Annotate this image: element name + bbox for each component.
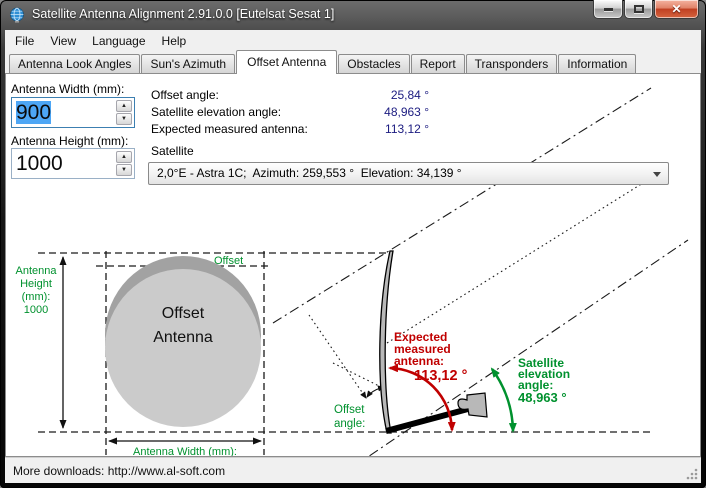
offset-angle-label-line1: Offset (334, 404, 365, 416)
window-title: Satellite Antenna Alignment 2.91.0.0 [Eu… (32, 7, 334, 21)
antenna-width-spin-down[interactable]: ▼ (116, 113, 132, 125)
satellite-dropdown[interactable]: 2,0°E - Astra 1C; Azimuth: 259,553 ° Ele… (148, 162, 669, 185)
antenna-height-spin-up[interactable]: ▲ (116, 151, 132, 163)
minimize-icon (604, 8, 613, 11)
close-icon: ✕ (671, 3, 681, 15)
status-text: More downloads: http://www.al-soft.com (13, 464, 225, 478)
width-label: Antenna Width (mm): (133, 446, 237, 456)
antenna-width-value: 900 (16, 101, 51, 124)
antenna-height-spin-down[interactable]: ▼ (116, 164, 132, 176)
offset-angle-result-label: Offset angle: (151, 88, 219, 102)
height-label-line2: Height (20, 278, 52, 290)
height-label-line4: 1000 (24, 304, 48, 316)
globe-icon (9, 7, 25, 23)
maximize-button[interactable] (624, 0, 653, 19)
antenna-height-label: Antenna Height (mm): (11, 134, 128, 148)
height-label-line1: Antenna (16, 265, 58, 277)
dish-label-line1: Offset (162, 305, 205, 322)
elevation-angle-value: 48,963 ° (518, 390, 567, 405)
minimize-button[interactable] (593, 0, 623, 19)
status-bar: More downloads: http://www.al-soft.com (5, 457, 701, 483)
satellite-label: Satellite (151, 144, 194, 158)
offset-top-label: Offset (214, 255, 243, 267)
resize-grip[interactable] (685, 467, 699, 481)
tab-antenna-look-angles[interactable]: Antenna Look Angles (9, 54, 140, 73)
tab-offset-antenna[interactable]: Offset Antenna (236, 50, 337, 74)
antenna-height-value: 1000 (16, 152, 63, 175)
tab-obstacles[interactable]: Obstacles (338, 54, 409, 73)
lnb-arm (386, 409, 468, 431)
offset-angle-label-line2: angle: (334, 418, 365, 430)
menu-view[interactable]: View (42, 32, 84, 50)
offset-dish-profile (380, 251, 393, 433)
antenna-width-spin-up[interactable]: ▲ (116, 100, 132, 112)
elevation-result-label: Satellite elevation angle: (151, 105, 281, 119)
expected-label-line3: antenna: (394, 354, 444, 368)
close-button[interactable]: ✕ (654, 0, 699, 19)
offset-angle-result-value: 25,84 ° (306, 88, 429, 102)
menu-help[interactable]: Help (154, 32, 195, 50)
tab-information[interactable]: Information (558, 54, 636, 73)
offset-antenna-page: Offset Antenna Antenna Height (mm): 1000… (5, 73, 701, 457)
satellite-selected-value: 2,0°E - Astra 1C; Azimuth: 259,553 ° Ele… (157, 166, 462, 180)
expected-result-label: Expected measured antenna: (151, 122, 308, 136)
dish-front-ellipse (105, 269, 261, 427)
menu-language[interactable]: Language (84, 32, 153, 50)
focal-dotted-lines (309, 183, 643, 398)
dish-label-line2: Antenna (153, 329, 213, 346)
chevron-down-icon (653, 172, 661, 177)
expected-result-value: 113,12 ° (306, 122, 429, 136)
tab-strip: Antenna Look Angles Sun's Azimuth Offset… (5, 52, 701, 73)
height-label-line3: (mm): (22, 291, 51, 303)
antenna-width-label: Antenna Width (mm): (11, 82, 124, 96)
elevation-result-value: 48,963 ° (306, 105, 429, 119)
tab-report[interactable]: Report (411, 54, 465, 73)
app-window: Satellite Antenna Alignment 2.91.0.0 [Eu… (0, 0, 706, 488)
antenna-height-input[interactable]: 1000 ▲ ▼ (11, 148, 135, 179)
menu-file[interactable]: File (7, 32, 42, 50)
antenna-width-input[interactable]: 900 ▲ ▼ (11, 97, 135, 128)
title-bar[interactable]: Satellite Antenna Alignment 2.91.0.0 [Eu… (0, 0, 706, 30)
tab-suns-azimuth[interactable]: Sun's Azimuth (141, 54, 235, 73)
maximize-icon (634, 5, 644, 13)
expected-angle-value: 113,12 ° (414, 368, 468, 384)
elevation-angle-arc (492, 369, 513, 431)
tab-transponders[interactable]: Transponders (466, 54, 558, 73)
menu-bar: File View Language Help (5, 30, 701, 52)
